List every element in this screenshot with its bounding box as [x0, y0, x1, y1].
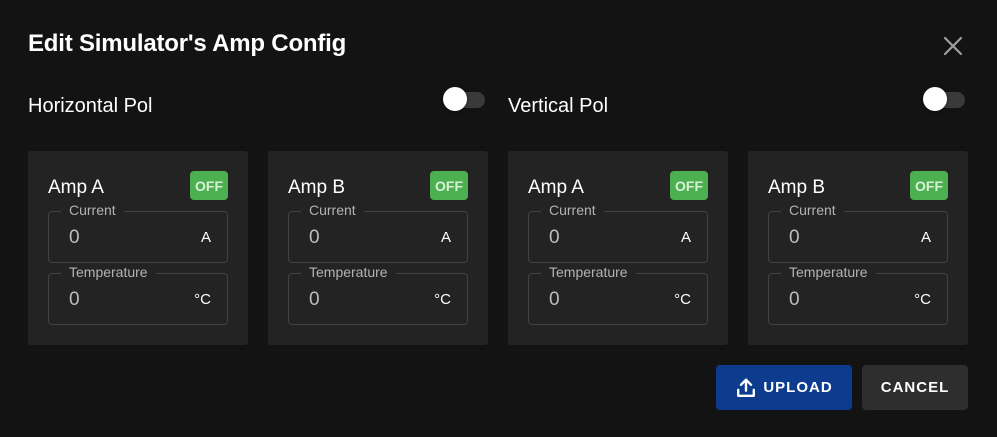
close-icon: [943, 36, 963, 56]
current-unit: A: [200, 229, 211, 246]
toggle-thumb[interactable]: [443, 87, 467, 111]
temperature-unit: °C: [434, 291, 451, 308]
amp-title: Amp B: [288, 177, 346, 198]
horizontal-pol-toggle[interactable]: [441, 87, 487, 113]
temperature-unit: °C: [914, 291, 931, 308]
amp-status-badge[interactable]: OFF: [670, 171, 708, 200]
temperature-field[interactable]: Temperature 0 °C: [288, 264, 468, 325]
vertical-pol-label: Vertical Pol: [508, 95, 609, 117]
horizontal-pol-label: Horizontal Pol: [28, 95, 153, 117]
current-unit: A: [680, 229, 691, 246]
amp-status-badge[interactable]: OFF: [910, 171, 948, 200]
current-field[interactable]: Current 0 A: [288, 202, 468, 263]
cancel-button[interactable]: CANCEL: [862, 365, 968, 410]
temperature-value[interactable]: 0: [309, 289, 320, 311]
upload-label: UPLOAD: [763, 379, 833, 396]
current-value[interactable]: 0: [549, 227, 560, 249]
toggle-thumb[interactable]: [923, 87, 947, 111]
temperature-field[interactable]: Temperature 0 °C: [768, 264, 948, 325]
current-value[interactable]: 0: [69, 227, 80, 249]
amp-status-badge[interactable]: OFF: [430, 171, 468, 200]
amp-title: Amp B: [768, 177, 826, 198]
temperature-label: Temperature: [301, 264, 396, 280]
temperature-label: Temperature: [61, 264, 156, 280]
close-button[interactable]: [938, 31, 968, 61]
current-value[interactable]: 0: [789, 227, 800, 249]
horizontal-amp-a-card: Amp A OFF Current 0 A Temperature 0 °C: [28, 151, 248, 345]
upload-icon: [737, 378, 756, 397]
vertical-pol-toggle[interactable]: [921, 87, 967, 113]
temperature-field[interactable]: Temperature 0 °C: [528, 264, 708, 325]
temperature-value[interactable]: 0: [69, 289, 80, 311]
amp-status-badge[interactable]: OFF: [190, 171, 228, 200]
cancel-label: CANCEL: [880, 379, 950, 396]
current-label: Current: [781, 202, 844, 218]
temperature-unit: °C: [194, 291, 211, 308]
amp-title: Amp A: [528, 177, 584, 198]
horizontal-amp-b-card: Amp B OFF Current 0 A Temperature 0 °C: [268, 151, 488, 345]
current-field[interactable]: Current 0 A: [768, 202, 948, 263]
current-label: Current: [541, 202, 604, 218]
current-field[interactable]: Current 0 A: [528, 202, 708, 263]
temperature-label: Temperature: [541, 264, 636, 280]
dialog-title: Edit Simulator's Amp Config: [28, 30, 347, 57]
upload-button[interactable]: UPLOAD: [716, 365, 852, 410]
current-unit: A: [920, 229, 931, 246]
current-value[interactable]: 0: [309, 227, 320, 249]
current-field[interactable]: Current 0 A: [48, 202, 228, 263]
temperature-value[interactable]: 0: [789, 289, 800, 311]
temperature-label: Temperature: [781, 264, 876, 280]
amp-config-dialog: Edit Simulator's Amp Config Horizontal P…: [0, 0, 997, 437]
current-label: Current: [61, 202, 124, 218]
temperature-field[interactable]: Temperature 0 °C: [48, 264, 228, 325]
current-label: Current: [301, 202, 364, 218]
temperature-unit: °C: [674, 291, 691, 308]
amp-title: Amp A: [48, 177, 104, 198]
temperature-value[interactable]: 0: [549, 289, 560, 311]
current-unit: A: [440, 229, 451, 246]
vertical-amp-b-card: Amp B OFF Current 0 A Temperature 0 °C: [748, 151, 968, 345]
vertical-amp-a-card: Amp A OFF Current 0 A Temperature 0 °C: [508, 151, 728, 345]
